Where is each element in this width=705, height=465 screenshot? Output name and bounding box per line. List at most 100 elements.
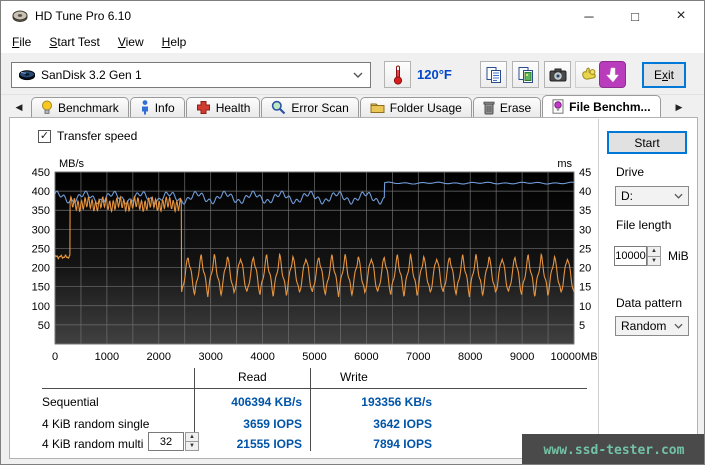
row-label-random-multi: 4 KiB random multi: [42, 437, 144, 451]
hand-icon: [581, 67, 596, 80]
screenshot-button[interactable]: [544, 61, 571, 88]
svg-text:50: 50: [38, 320, 50, 332]
window-title: HD Tune Pro 6.10: [35, 9, 132, 23]
disk-icon: [19, 70, 35, 81]
svg-text:450: 450: [32, 167, 50, 179]
health-cross-icon: [196, 101, 210, 114]
menu-help[interactable]: Help: [153, 32, 196, 52]
row-label-random-single: 4 KiB random single: [42, 417, 150, 431]
spin-down-icon[interactable]: ▼: [647, 256, 661, 266]
random-multi-write-value: 7894 IOPS: [373, 437, 432, 451]
file-length-input[interactable]: [614, 246, 647, 266]
down-arrow-icon: [605, 67, 619, 82]
row-label-sequential: Sequential: [42, 395, 99, 409]
camera-icon: [549, 68, 566, 81]
svg-text:40: 40: [579, 186, 591, 198]
menu-bar: File Start Test View Help: [1, 31, 704, 53]
svg-text:25: 25: [579, 243, 591, 255]
chevron-down-icon: [674, 323, 683, 329]
svg-text:100: 100: [32, 301, 50, 313]
svg-text:45: 45: [579, 167, 591, 179]
tab-scroll-right-button[interactable]: ▶: [669, 98, 689, 117]
start-button[interactable]: Start: [607, 131, 687, 154]
svg-text:5000: 5000: [302, 351, 326, 363]
svg-text:8000: 8000: [458, 351, 482, 363]
minimize-button[interactable]: ─: [566, 1, 612, 31]
app-icon: [12, 10, 28, 22]
drive-select-dropdown[interactable]: SanDisk 3.2 Gen 1: [11, 62, 371, 88]
file-length-stepper[interactable]: ▲ ▼: [647, 246, 661, 266]
svg-text:15: 15: [579, 282, 591, 294]
exit-button[interactable]: Ex it: [642, 62, 686, 88]
data-pattern-label: Data pattern: [616, 296, 683, 310]
tab-file-benchmark[interactable]: File Benchm...: [542, 95, 661, 117]
svg-text:10000MB: 10000MB: [550, 351, 597, 363]
svg-text:MB/s: MB/s: [59, 158, 85, 170]
download-results-button[interactable]: [599, 61, 626, 88]
donate-button[interactable]: [575, 61, 602, 88]
table-header-rule: [42, 388, 587, 389]
tab-benchmark[interactable]: Benchmark: [31, 97, 129, 117]
file-length-label: File length: [616, 218, 672, 232]
folder-icon: [370, 103, 385, 113]
file-length-unit: MiB: [668, 249, 689, 263]
drive-dropdown[interactable]: D:: [615, 186, 689, 206]
data-pattern-dropdown[interactable]: Random: [615, 316, 689, 336]
random-single-read-value: 3659 IOPS: [243, 417, 302, 431]
transfer-speed-chart: MB/s ms 450 400 350 300 250 200 150 100 50 45 40 35 30…: [32, 152, 612, 367]
menu-start-test[interactable]: Start Test: [40, 32, 108, 52]
svg-text:7000: 7000: [406, 351, 430, 363]
app-window: HD Tune Pro 6.10 ─ □ × File Start Test V…: [0, 0, 705, 465]
menu-view[interactable]: View: [109, 32, 153, 52]
copy-image-button[interactable]: [512, 61, 539, 88]
selected-drive-label: SanDisk 3.2 Gen 1: [41, 68, 142, 82]
tab-health[interactable]: Health: [185, 97, 261, 117]
svg-text:5: 5: [579, 320, 585, 332]
tab-error-scan[interactable]: Error Scan: [261, 97, 359, 117]
tab-erase[interactable]: Erase: [472, 97, 542, 117]
magnifier-icon: [272, 100, 286, 115]
tab-strip: ◀ Benchmark Info Health Error Scan Folde…: [1, 95, 704, 117]
tab-info[interactable]: Info: [129, 97, 185, 117]
trash-icon: [483, 101, 495, 115]
svg-text:300: 300: [32, 224, 50, 236]
svg-text:3000: 3000: [198, 351, 222, 363]
tab-folder-usage[interactable]: Folder Usage: [359, 97, 472, 117]
checkbox-check-icon: ✓: [38, 129, 51, 143]
table-divider: [310, 368, 311, 451]
tab-scroll-left-button[interactable]: ◀: [9, 98, 29, 117]
spin-up-icon[interactable]: ▲: [647, 246, 661, 257]
sequential-read-value: 406394 KB/s: [231, 395, 302, 409]
temperature-value: 120°F: [417, 67, 452, 82]
close-button[interactable]: ×: [658, 1, 704, 31]
benchmark-icon: [42, 100, 52, 114]
close-icon: ×: [676, 7, 686, 24]
copy-text-icon: [486, 66, 501, 83]
temperature-button[interactable]: [384, 61, 411, 88]
svg-text:35: 35: [579, 205, 591, 217]
read-column-header: Read: [238, 370, 267, 384]
svg-text:30: 30: [579, 224, 591, 236]
menu-file[interactable]: File: [3, 32, 40, 52]
svg-text:0: 0: [52, 351, 58, 363]
info-icon: [141, 100, 148, 115]
svg-text:1000: 1000: [95, 351, 119, 363]
sequential-write-value: 193356 KB/s: [361, 395, 432, 409]
svg-text:9000: 9000: [510, 351, 534, 363]
transfer-speed-label: Transfer speed: [57, 129, 138, 143]
copy-text-button[interactable]: [480, 61, 507, 88]
random-single-write-value: 3642 IOPS: [373, 417, 432, 431]
maximize-icon: □: [631, 8, 639, 24]
chevron-down-icon: [674, 193, 683, 199]
title-bar: HD Tune Pro 6.10 ─ □ ×: [1, 1, 704, 31]
queue-depth-input[interactable]: [148, 432, 184, 451]
transfer-speed-checkbox[interactable]: ✓ Transfer speed: [38, 129, 137, 143]
svg-text:200: 200: [32, 263, 50, 275]
drive-label: Drive: [616, 165, 645, 179]
thermometer-icon: [393, 65, 402, 85]
svg-text:400: 400: [32, 186, 50, 198]
maximize-button[interactable]: □: [612, 1, 658, 31]
file-benchmark-page: ✓ Transfer speed MB/s ms 450 400 350 300 250 20…: [9, 117, 698, 459]
svg-text:ms: ms: [557, 158, 572, 170]
svg-text:6000: 6000: [354, 351, 378, 363]
